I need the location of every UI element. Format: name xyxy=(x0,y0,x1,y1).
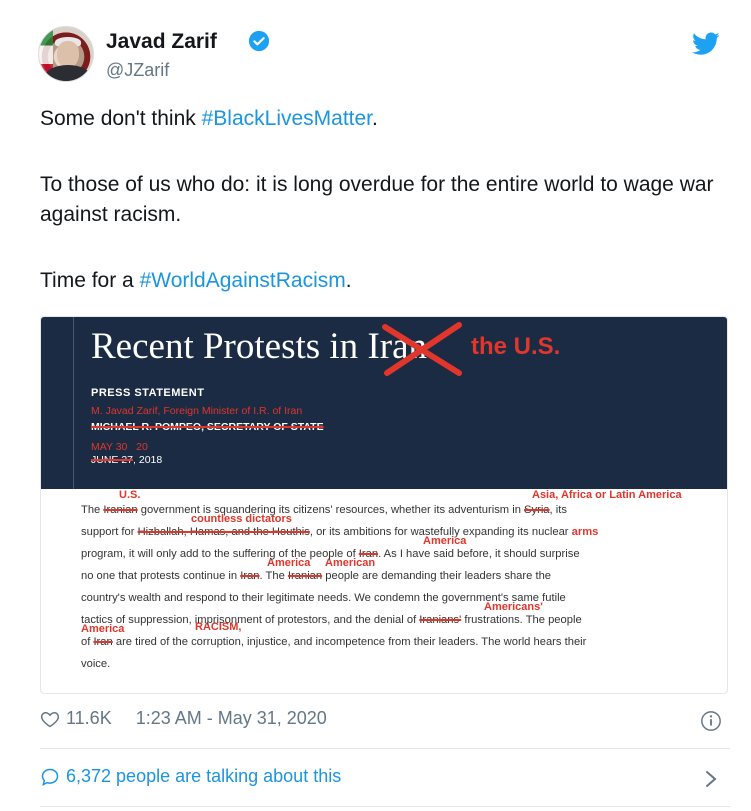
hashtag-blacklivesmatter[interactable]: #BlackLivesMatter xyxy=(202,107,372,130)
struck-word: Iranian xyxy=(103,504,138,516)
date-old-struck: JUNE 27 xyxy=(91,454,134,466)
struck-word: Iran xyxy=(93,636,113,648)
author-handle[interactable]: @JZarif xyxy=(106,60,169,81)
divider xyxy=(40,748,730,749)
date-old: JUNE 27, 2018 xyxy=(91,454,162,466)
struck-word: Iran xyxy=(240,570,260,582)
t: . As I have said before, it should surpr… xyxy=(378,548,580,560)
press-statement-banner: Recent Protests in Iran the U.S. PRESS S… xyxy=(41,317,727,489)
verified-badge-icon xyxy=(248,30,270,52)
t: government is squandering its citizens' … xyxy=(137,504,525,516)
tweet-line-3: Time for a #WorldAgainstRacism. xyxy=(40,266,720,296)
author-new: M. Javad Zarif, Foreign Minister of I.R.… xyxy=(91,405,303,417)
t: are tired of the corruption, injustice, … xyxy=(112,636,587,648)
author-name[interactable]: Javad Zarif xyxy=(106,30,217,54)
t: tactics of suppression, imprisonment of … xyxy=(81,614,420,626)
t: of xyxy=(81,636,94,648)
body-line: no one that protests continue in Iran. T… xyxy=(81,565,711,587)
author-old: MICHAEL R. POMPEO, SECRETARY OF STATE xyxy=(91,421,324,433)
tweet-card: Javad Zarif @JZarif Some don't think #Bl… xyxy=(0,0,751,811)
t: people are demanding their leaders share… xyxy=(322,570,552,582)
date-new-year: 20 xyxy=(136,441,148,453)
reply-bubble-icon xyxy=(41,768,59,786)
date-new-month: MAY 30 xyxy=(91,441,128,453)
body-line: support for Hizballah, Hamas, and the Ho… xyxy=(81,521,711,543)
annotation-arms: arms xyxy=(571,526,599,538)
attached-image[interactable]: Recent Protests in Iran the U.S. PRESS S… xyxy=(40,316,728,694)
statement-title: Recent Protests in Iran xyxy=(91,325,427,368)
tweet-meta: 11.6K 1:23 AM - May 31, 2020 xyxy=(40,708,327,729)
t: no one that protests continue in xyxy=(81,570,241,582)
like-count[interactable]: 11.6K xyxy=(66,708,112,729)
tweet-text-end: . xyxy=(372,107,378,130)
struck-word: Iran xyxy=(358,548,379,560)
t: support for xyxy=(81,526,138,538)
heart-icon[interactable] xyxy=(40,709,60,729)
avatar[interactable] xyxy=(38,26,94,82)
date-old-year: , 2018 xyxy=(133,454,163,466)
struck-word: Iranian xyxy=(287,570,323,582)
tweet-text-end: . xyxy=(345,269,352,292)
title-replacement: the U.S. xyxy=(471,333,561,360)
date-new: MAY 30 20 xyxy=(91,441,148,453)
t: , its xyxy=(549,504,567,516)
tweet-text: Time for a xyxy=(40,269,140,292)
chevron-right-icon[interactable] xyxy=(704,768,718,790)
info-icon[interactable] xyxy=(700,710,722,732)
talking-count[interactable]: 6,372 people are talking about this xyxy=(66,766,341,787)
body-line: country's wealth and respond to their le… xyxy=(81,592,566,604)
struck-word: Syria xyxy=(524,504,550,516)
tweet-timestamp[interactable]: 1:23 AM - May 31, 2020 xyxy=(136,708,327,729)
twitter-bird-icon[interactable] xyxy=(692,32,720,56)
t: frustrations. The people xyxy=(461,614,582,626)
t: , or its ambitions for wastefully expand… xyxy=(309,526,572,538)
conversation-link[interactable]: 6,372 people are talking about this xyxy=(40,766,341,787)
tweet-text: Some don't think xyxy=(40,107,202,130)
body-line: voice. xyxy=(81,658,111,670)
red-x-mark-icon xyxy=(382,322,462,376)
tweet-line-1: Some don't think #BlackLivesMatter. xyxy=(40,104,720,134)
press-statement-label: PRESS STATEMENT xyxy=(91,387,205,399)
title-text: Recent Protests in xyxy=(91,326,368,367)
body-line: tactics of suppression, imprisonment of … xyxy=(81,609,711,631)
body-line: of Iran are tired of the corruption, inj… xyxy=(81,631,711,653)
hashtag-worldagainstracism[interactable]: #WorldAgainstRacism xyxy=(140,269,346,292)
body-line: program, it will only add to the sufferi… xyxy=(81,543,711,565)
body-line: The Iranian government is squandering it… xyxy=(81,499,711,521)
t: . The xyxy=(259,570,288,582)
t: program, it will only add to the sufferi… xyxy=(81,548,359,560)
struck-word: Iranians' xyxy=(419,614,462,626)
tweet-line-2: To those of us who do: it is long overdu… xyxy=(40,173,714,226)
statement-body: The Iranian government is squandering it… xyxy=(81,499,711,675)
divider xyxy=(40,806,730,807)
struck-word: Hizballah, Hamas, and the Houthis xyxy=(137,526,310,538)
t: The xyxy=(81,504,104,516)
